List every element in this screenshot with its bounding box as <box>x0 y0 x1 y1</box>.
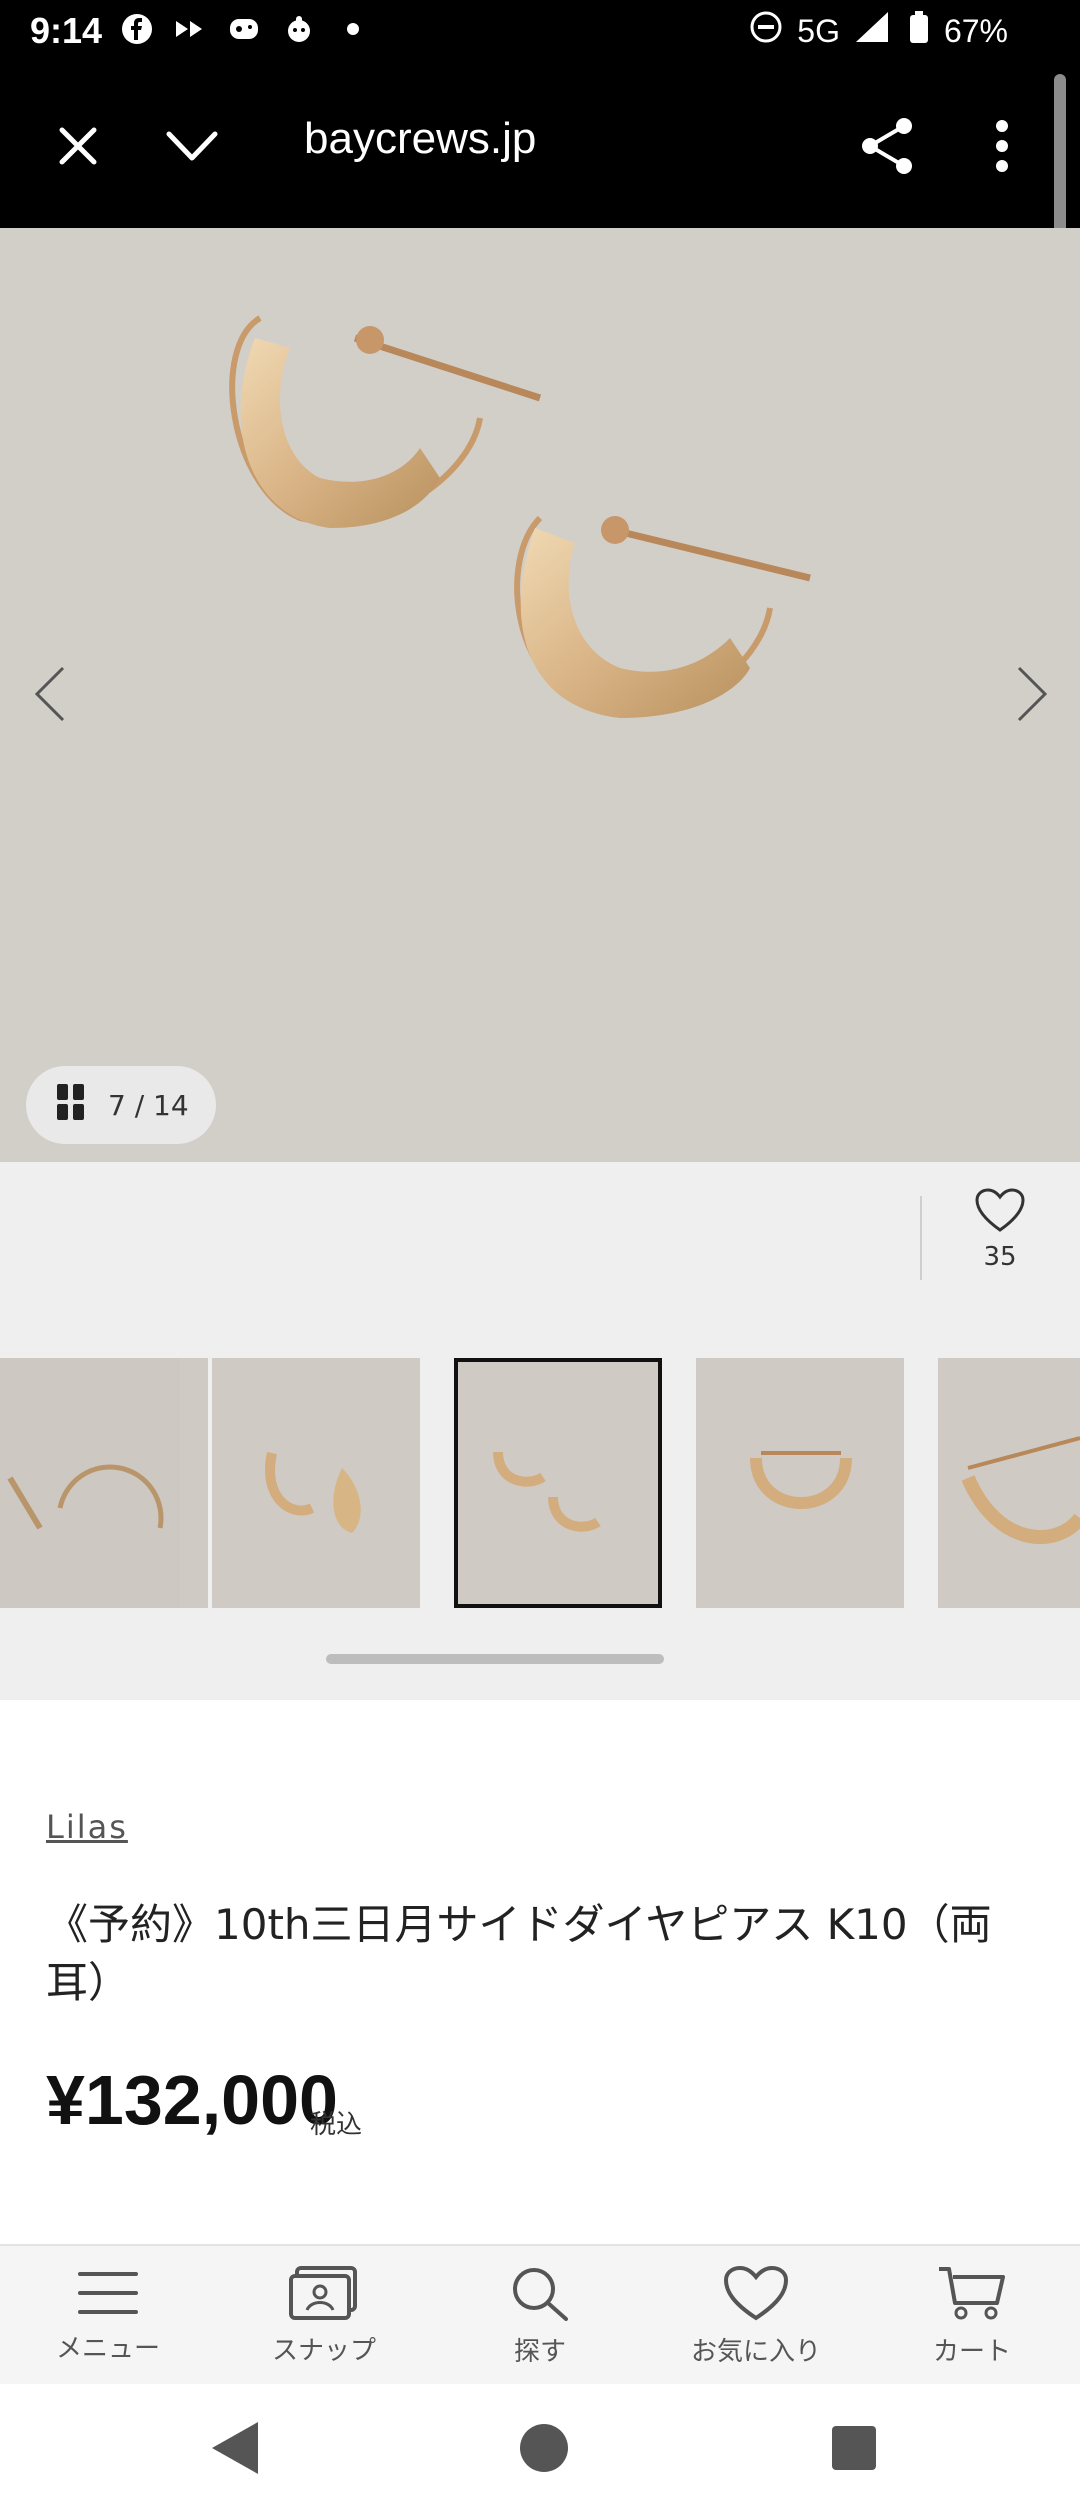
share-icon[interactable] <box>848 106 928 186</box>
thumbnail-scrollbar[interactable] <box>326 1654 664 1664</box>
nav-menu-label: メニュー <box>55 2333 160 2364</box>
home-icon[interactable] <box>514 2418 574 2482</box>
menu-icon <box>78 2268 138 2322</box>
nav-snap-label: スナップ <box>271 2335 376 2366</box>
image-counter[interactable]: 7 / 14 <box>26 1066 216 1144</box>
product-price: ¥132,000 <box>46 2061 338 2139</box>
url-text[interactable]: baycrews.jp <box>304 114 536 164</box>
cart-icon <box>937 2265 1007 2325</box>
product-title: 《予約》10th三日月サイドダイヤピアス K10（両耳） <box>46 1900 992 2007</box>
notification-icons <box>120 12 370 46</box>
nav-cart[interactable]: カート <box>864 2246 1080 2386</box>
nav-menu[interactable]: メニュー <box>0 2246 216 2386</box>
thumbnail-8[interactable] <box>696 1358 904 1608</box>
thumbnail-6[interactable] <box>212 1358 420 1608</box>
dot-icon <box>336 12 370 46</box>
prev-image-arrow-icon[interactable] <box>20 654 80 734</box>
battery-icon <box>908 10 930 52</box>
brand-link[interactable]: Lilas <box>46 1808 128 1846</box>
battery-level: 67% <box>943 12 1008 49</box>
search-icon <box>510 2265 570 2325</box>
bottom-navigation: メニュー スナップ 探す お気に入り カート <box>0 2244 1080 2386</box>
product-image[interactable]: 7 / 14 <box>0 228 1080 1162</box>
system-navigation <box>0 2384 1080 2520</box>
thumbnail-9[interactable] <box>938 1358 1080 1608</box>
heart-icon <box>975 1188 1025 1236</box>
network-label: 5G <box>797 12 840 49</box>
close-icon[interactable] <box>38 106 118 186</box>
favorite-button[interactable]: 35 <box>960 1188 1040 1288</box>
back-icon[interactable] <box>206 2418 262 2482</box>
snap-icon <box>289 2265 359 2324</box>
nav-search[interactable]: 探す <box>432 2246 648 2386</box>
nav-favorites[interactable]: お気に入り <box>648 2246 864 2386</box>
dnd-icon <box>749 10 783 52</box>
grid-icon <box>56 1083 86 1128</box>
tax-label: 税込 <box>310 2110 363 2140</box>
earrings-illustration <box>0 228 1080 1162</box>
media-icon <box>174 12 208 46</box>
divider <box>920 1196 922 1280</box>
nav-snap[interactable]: スナップ <box>216 2246 432 2386</box>
more-options-icon[interactable] <box>962 106 1042 186</box>
next-image-arrow-icon[interactable] <box>1002 654 1062 734</box>
thumbnail-7-selected[interactable] <box>454 1358 662 1608</box>
favorite-count: 35 <box>983 1242 1017 1272</box>
nav-favorites-label: お気に入り <box>690 2336 821 2367</box>
image-counter-text: 7 / 14 <box>108 1088 189 1122</box>
status-time: 9:14 <box>30 10 103 51</box>
thumbnail-panel: 35 <box>0 1162 1080 1700</box>
thumbnail-5[interactable] <box>0 1358 208 1608</box>
recents-icon[interactable] <box>828 2422 880 2478</box>
status-bar: 9:14 5G 67% <box>0 0 1080 68</box>
nav-cart-label: カート <box>932 2336 1011 2367</box>
signal-icon <box>854 10 894 52</box>
app-icon <box>282 12 316 46</box>
favorites-heart-icon <box>723 2265 789 2325</box>
nav-search-label: 探す <box>513 2336 566 2367</box>
chevron-down-icon[interactable] <box>152 106 232 186</box>
browser-toolbar: baycrews.jp <box>0 68 1080 400</box>
facebook-icon <box>120 12 154 46</box>
status-right: 5G 67% <box>749 10 1008 52</box>
game-icon <box>228 12 262 46</box>
